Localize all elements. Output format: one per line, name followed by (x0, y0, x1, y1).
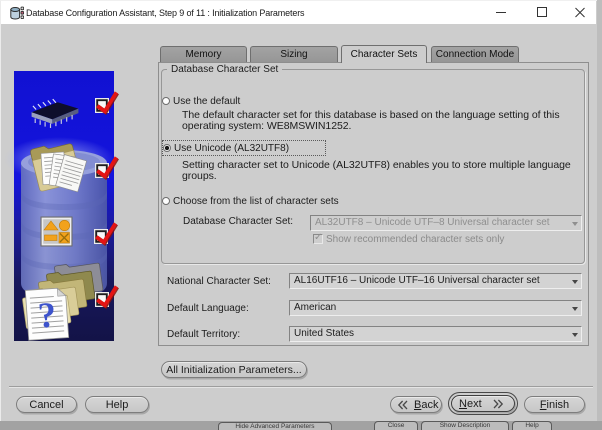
svg-text:?: ? (37, 294, 58, 335)
